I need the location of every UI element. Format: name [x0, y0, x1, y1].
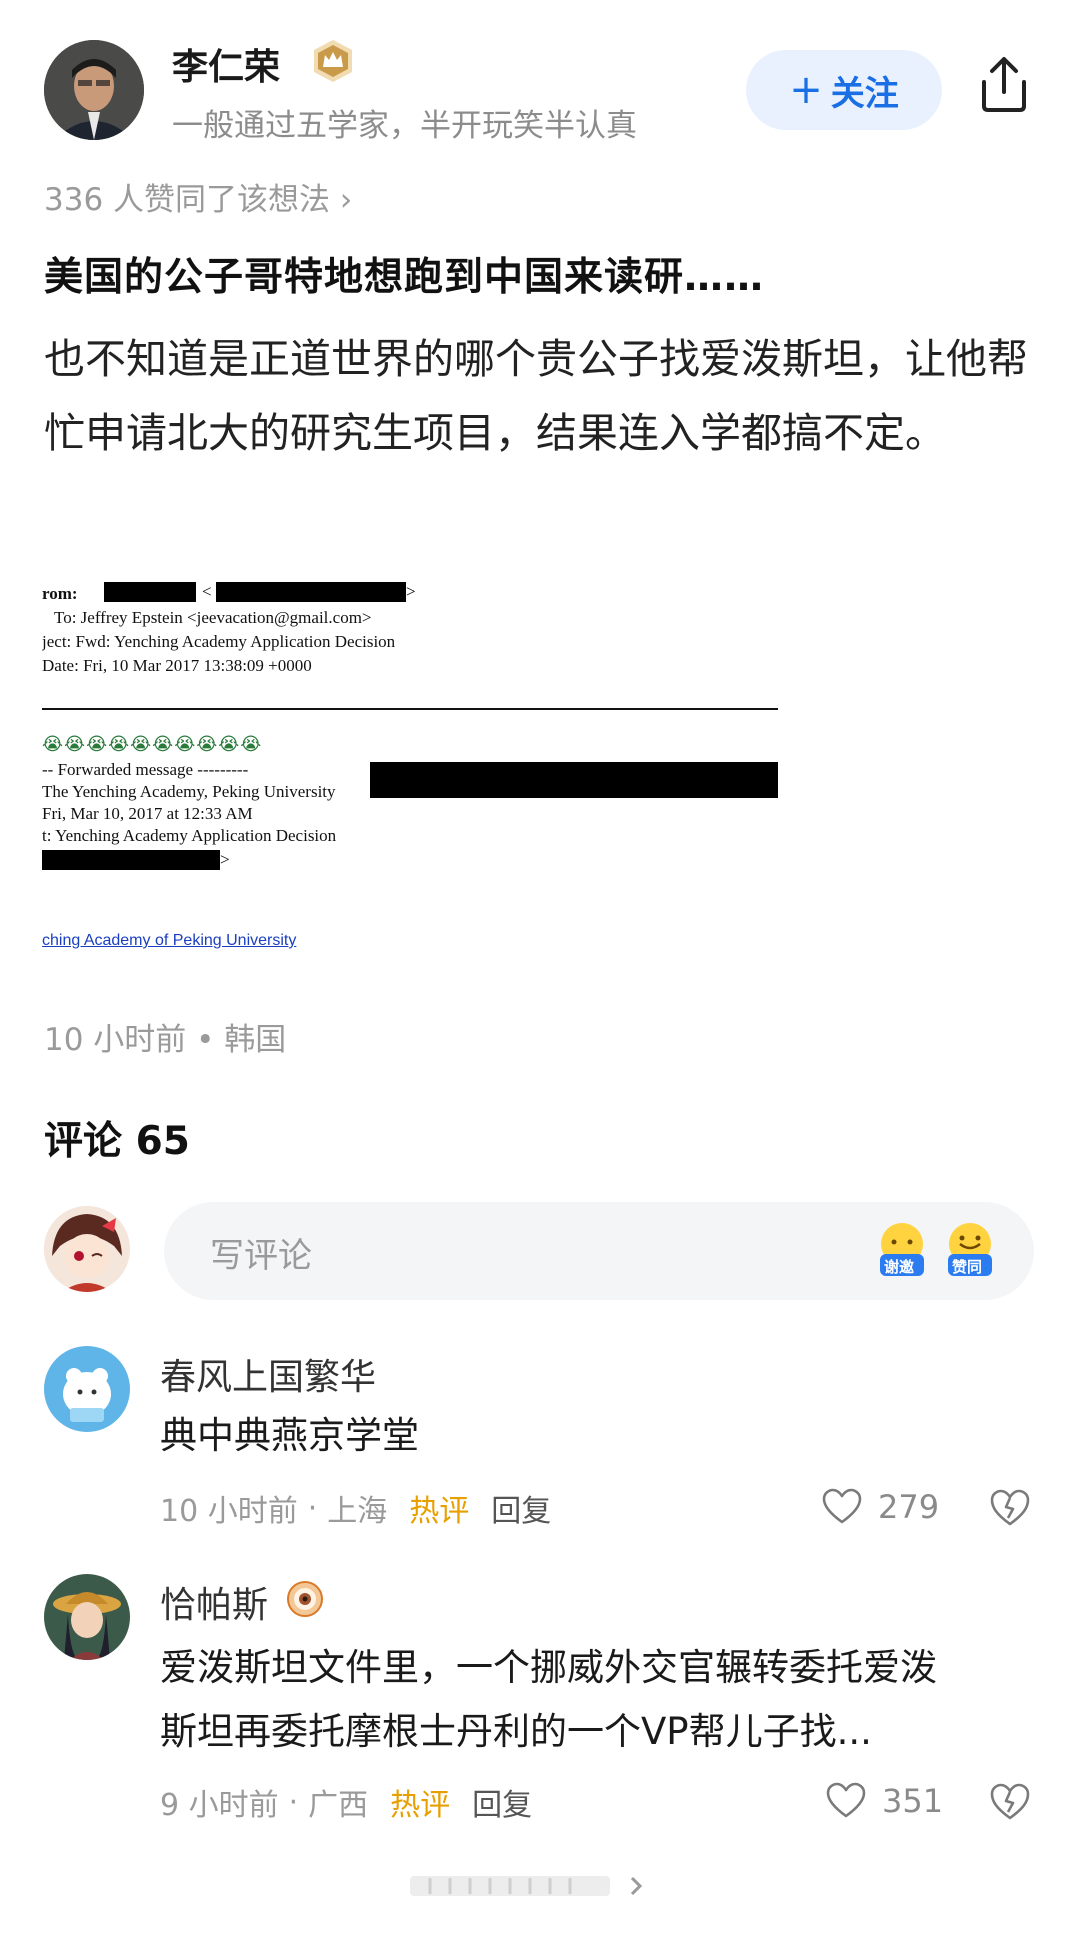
comment-meta: 10 小时前 · 上海 热评 回复: [160, 1486, 551, 1530]
comment-meta: 9 小时前 · 广西 热评 回复: [160, 1780, 532, 1824]
email-from-label: rom:: [42, 584, 78, 603]
broken-heart-icon[interactable]: [990, 1488, 1030, 1528]
author-name[interactable]: 李仁荣: [172, 38, 280, 90]
email-subject-line: ject: Fwd: Yenching Academy Application …: [42, 632, 396, 651]
comment-time: 10 小时前: [160, 1494, 298, 1529]
divider: [42, 708, 778, 710]
crown-badge-icon: [310, 38, 356, 84]
follow-button[interactable]: + 关注: [746, 50, 942, 130]
reply-button[interactable]: 回复: [472, 1780, 532, 1824]
post-title: 美国的公子哥特地想跑到中国来读研……: [44, 255, 765, 300]
broken-heart-icon[interactable]: [990, 1782, 1030, 1822]
comment-location: 广西: [308, 1788, 369, 1823]
comment-text-line-1: 爱泼斯坦文件里，一个挪威外交官辗转委托爱泼: [160, 1646, 937, 1689]
redaction-bar: [104, 582, 196, 602]
comment-location: 上海: [327, 1494, 388, 1529]
heart-icon[interactable]: [826, 1782, 866, 1820]
email-date-line: Date: Fri, 10 Mar 2017 13:38:09 +0000: [42, 656, 312, 675]
commenter-avatar[interactable]: [44, 1346, 130, 1432]
post-meta: 10 小时前 • 韩国: [44, 1022, 287, 1058]
hot-comment-badge: 热评: [409, 1494, 470, 1529]
plus-icon: +: [789, 67, 823, 113]
comment-text: 典中典燕京学堂: [160, 1414, 419, 1457]
hot-comment-badge: 热评: [390, 1788, 451, 1823]
post-body: 也不知道是正道世界的哪个贵公子找爱泼斯坦，让他帮忙申请北大的研究生项目，结果连入…: [44, 335, 1028, 457]
forwarded-date: Fri, Mar 10, 2017 at 12:33 AM: [42, 804, 253, 823]
my-avatar: [44, 1206, 130, 1292]
agree-emoji-button[interactable]: 赞同: [942, 1220, 998, 1282]
email-to-line: To: Jeffrey Epstein <jeevacation@gmail.c…: [54, 608, 372, 627]
eye-badge-icon: [286, 1580, 324, 1618]
author-avatar[interactable]: [44, 40, 144, 140]
likes-summary-link[interactable]: 336 人赞同了该想法 ›: [44, 174, 352, 219]
email-screenshot-image[interactable]: rom: < > To: Jeffrey Epstein <jeevacatio…: [42, 570, 778, 966]
email-link: ching Academy of Peking University: [42, 932, 297, 949]
commenter-avatar[interactable]: [44, 1574, 130, 1660]
comment-text-line-2: 斯坦再委托摩根士丹利的一个VP帮儿子找...: [160, 1710, 872, 1753]
heart-icon[interactable]: [822, 1488, 862, 1526]
comments-header: 评论 65: [44, 1119, 190, 1164]
follow-label: 关注: [830, 73, 899, 114]
commenter-name[interactable]: 恰帕斯: [160, 1576, 268, 1628]
share-icon[interactable]: [976, 54, 1032, 114]
forwarded-from: The Yenching Academy, Peking University: [42, 782, 336, 801]
like-count: 351: [882, 1782, 944, 1820]
thanks-invite-label: 谢邀: [884, 1258, 915, 1276]
crying-emojis: 😭😭😭😭😭😭😭😭😭😭: [42, 734, 263, 755]
redaction-bar: [42, 850, 220, 870]
more-comments-indicator[interactable]: [410, 1868, 650, 1904]
forwarded-header: -- Forwarded message ---------: [42, 760, 249, 779]
reply-button[interactable]: 回复: [491, 1486, 551, 1530]
redaction-bar: [370, 762, 778, 798]
thanks-invite-emoji-button[interactable]: 谢邀: [874, 1220, 930, 1282]
commenter-name[interactable]: 春风上国繁华: [160, 1348, 376, 1400]
redaction-bar: [216, 582, 406, 602]
forwarded-subject: t: Yenching Academy Application Decision: [42, 826, 337, 845]
comment-time: 9 小时前: [160, 1788, 279, 1823]
like-count: 279: [878, 1488, 940, 1526]
comment-placeholder: 写评论: [210, 1236, 312, 1276]
agree-label: 赞同: [952, 1258, 983, 1276]
author-bio: 一般通过五学家，半开玩笑半认真: [172, 108, 637, 144]
